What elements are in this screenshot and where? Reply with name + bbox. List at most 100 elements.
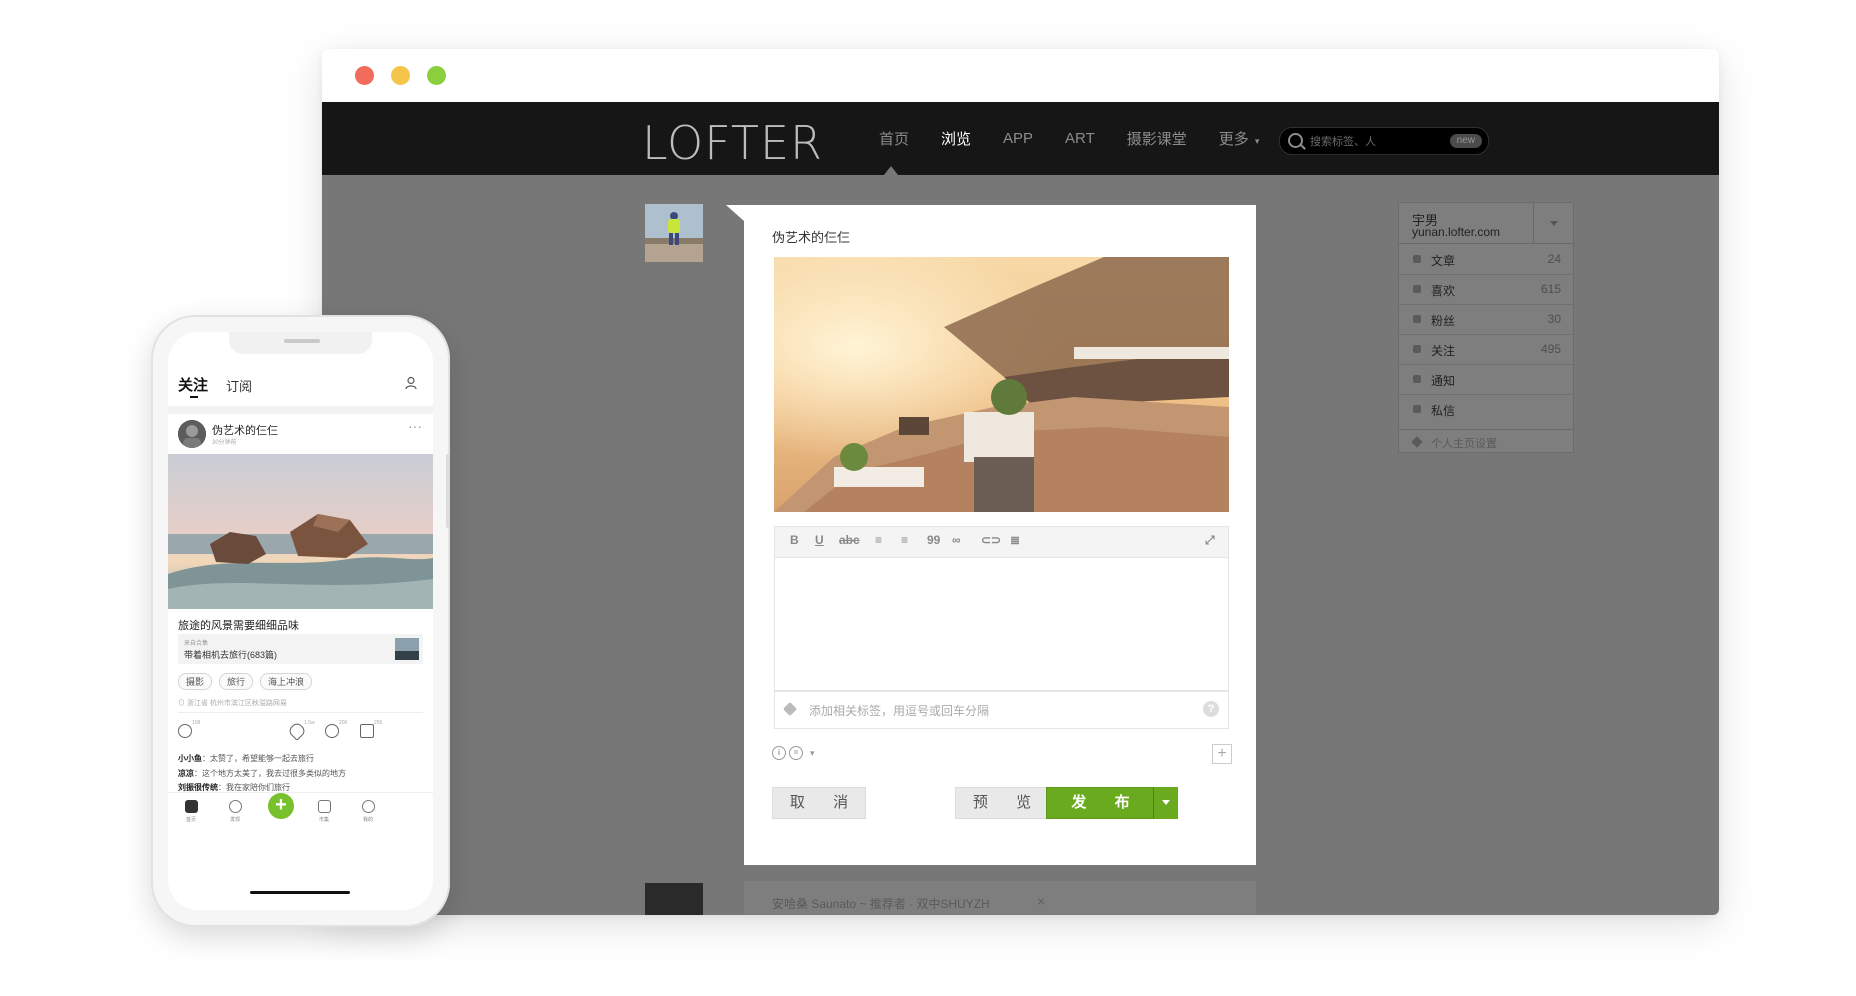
hot-icon[interactable] [178, 724, 192, 738]
comment-item[interactable]: 凉凉：这个地方太美了，我去过很多类似的地方 [178, 767, 346, 782]
nav-more-label: 更多 [1218, 131, 1249, 148]
unlink-button[interactable]: ⊂⊃ [981, 533, 1001, 547]
bullet-list-button[interactable]: ≡ [875, 533, 882, 547]
next-post-card: 安哈桑 Saunato ~ 推荐者 · 双中SHUYZH × [744, 881, 1256, 915]
tag-input[interactable] [807, 701, 1171, 721]
nav-photo-class[interactable]: 摄影课堂 [1127, 128, 1187, 149]
new-badge: new [1449, 134, 1482, 148]
plus-icon[interactable]: + [268, 793, 294, 819]
hot-count: 108 [192, 720, 201, 726]
sidebar-item-label: 私信 [1431, 404, 1456, 418]
comment-user: 刘振很传统 [178, 783, 218, 792]
uploaded-photo[interactable] [774, 257, 1229, 512]
preview-button[interactable]: 预 览 [955, 787, 1049, 819]
publish-button[interactable]: 发 布 [1046, 787, 1155, 819]
user-avatar[interactable] [645, 204, 703, 262]
tab-follow[interactable]: 关注 [178, 374, 208, 395]
search-icon [1288, 133, 1303, 148]
help-icon[interactable]: ? [1203, 701, 1219, 717]
profile-icon [361, 800, 375, 813]
comment-list: 小小鱼：太赞了，希望能够一起去旅行 凉凉：这个地方太美了，我去过很多类似的地方 … [178, 752, 346, 796]
phone-side-button [446, 454, 450, 528]
thumbs-up-icon[interactable] [360, 724, 374, 738]
close-icon[interactable]: × [1037, 893, 1045, 909]
active-tab-indicator [190, 396, 198, 398]
tabbar-profile[interactable]: 我的 [353, 800, 383, 823]
sidebar-settings[interactable]: 个人主页设置 [1399, 429, 1573, 454]
post-photo[interactable] [168, 454, 433, 609]
sidebar-item-following[interactable]: 关注 495 [1399, 334, 1573, 365]
post-tags: 摄影 旅行 海上冲浪 [178, 673, 319, 690]
post-body-textarea[interactable] [774, 557, 1229, 691]
tag-chip[interactable]: 海上冲浪 [260, 673, 313, 690]
quote-button[interactable]: 99 [927, 533, 940, 547]
tab-subscribe[interactable]: 订阅 [226, 376, 252, 395]
tabbar-market[interactable]: 市集 [309, 800, 339, 823]
nav-links: 首页 浏览 APP ART 摄影课堂 更多 ▾ [879, 102, 1291, 175]
cc-icon: i [772, 746, 786, 760]
nav-more[interactable]: 更多 ▾ [1219, 128, 1260, 149]
underline-button[interactable]: U [815, 533, 824, 547]
top-navigation: LOFTER 首页 浏览 APP ART 摄影课堂 更多 ▾ new [322, 102, 1719, 175]
tabbar-home[interactable]: 首页 [176, 800, 206, 823]
chevron-down-icon[interactable] [1533, 203, 1574, 243]
sidebar-item-articles[interactable]: 文章 24 [1399, 244, 1573, 275]
browser-window: LOFTER 首页 浏览 APP ART 摄影课堂 更多 ▾ new [322, 49, 1719, 915]
sidebar-item-likes[interactable]: 喜欢 615 [1399, 274, 1573, 305]
next-post-avatar[interactable] [645, 883, 703, 915]
avatar-image [178, 420, 206, 448]
sidebar-user[interactable]: 宇男 yunan.lofter.com [1399, 203, 1573, 244]
collection-card[interactable]: 来自合集 带着相机去旅行(683篇) [178, 634, 423, 664]
fullscreen-icon[interactable]: ⤢ [1205, 533, 1215, 548]
wrench-icon [1411, 436, 1423, 448]
author-name[interactable]: 伪艺术的仨仨 [212, 422, 278, 438]
tag-chip[interactable]: 摄影 [178, 673, 213, 690]
search-input[interactable] [1308, 132, 1442, 152]
more-format-button[interactable]: ≣ [1010, 533, 1020, 547]
tabbar-discover[interactable]: 发现 [220, 800, 250, 823]
more-options-icon[interactable]: ··· [408, 418, 422, 434]
phone-screen: 关注 订阅 伪艺术的仨仨 30分钟前 ··· 旅途的风景需要细细品味 来自合集 … [168, 332, 433, 910]
link-button[interactable]: ∞ [952, 533, 961, 547]
comment-icon[interactable] [325, 724, 339, 738]
speaker-icon [1413, 375, 1421, 383]
nav-art[interactable]: ART [1065, 130, 1095, 147]
cancel-button[interactable]: 取 消 [772, 787, 866, 819]
comment-item[interactable]: 小小鱼：太赞了，希望能够一起去旅行 [178, 752, 346, 767]
sidebar-item-messages[interactable]: 私信 [1399, 394, 1573, 424]
maximize-window-button[interactable] [427, 66, 446, 85]
santorini-photo [774, 257, 1229, 512]
tabbar-label: 我的 [362, 817, 373, 823]
sidebar-item-fans[interactable]: 粉丝 30 [1399, 304, 1573, 335]
numbered-list-button[interactable]: ≡ [901, 533, 908, 547]
nav-home[interactable]: 首页 [879, 128, 909, 149]
sidebar-item-notifications[interactable]: 通知 [1399, 364, 1573, 395]
strikethrough-button[interactable]: abc [839, 533, 860, 547]
tag-chip[interactable]: 旅行 [219, 673, 254, 690]
lofter-logo[interactable]: LOFTER [642, 116, 823, 170]
sidebar-item-count: 30 [1547, 312, 1561, 326]
publish-options-dropdown[interactable] [1153, 787, 1178, 819]
settings-label: 个人主页设置 [1431, 438, 1497, 450]
home-indicator[interactable] [250, 891, 350, 894]
phone-tabs: 关注 订阅 [178, 374, 252, 395]
sidebar-item-label: 粉丝 [1431, 314, 1456, 328]
copyright-selector[interactable]: i = ▾ [772, 746, 815, 760]
add-content-button[interactable]: + [1212, 744, 1232, 764]
tabbar-label: 市集 [318, 817, 329, 823]
post-location: ⊙ 浙江省 杭州市滨江区秋溢路网易 [178, 700, 287, 707]
user-icon[interactable] [405, 376, 419, 390]
user-sidebar: 宇男 yunan.lofter.com 文章 24 喜欢 615 粉丝 30 关… [1398, 202, 1574, 453]
sidebar-item-label: 文章 [1431, 254, 1456, 268]
beach-rocks-photo [168, 454, 433, 609]
author-avatar[interactable] [178, 420, 206, 448]
collection-name: 带着相机去旅行(683篇) [184, 650, 278, 660]
nav-browse[interactable]: 浏览 [941, 128, 971, 149]
nav-app[interactable]: APP [1003, 130, 1033, 147]
minimize-window-button[interactable] [391, 66, 410, 85]
bold-button[interactable]: B [790, 533, 799, 547]
close-window-button[interactable] [355, 66, 374, 85]
heart-icon [1413, 285, 1421, 293]
dashboard-overlay: 伪艺术的仨仨 B U abc ≡ ≡ 99 ∞ ⊂⊃ ≣ ⤢ 添加相关标签，用逗… [322, 175, 1719, 915]
sidebar-item-label: 关注 [1431, 344, 1456, 358]
